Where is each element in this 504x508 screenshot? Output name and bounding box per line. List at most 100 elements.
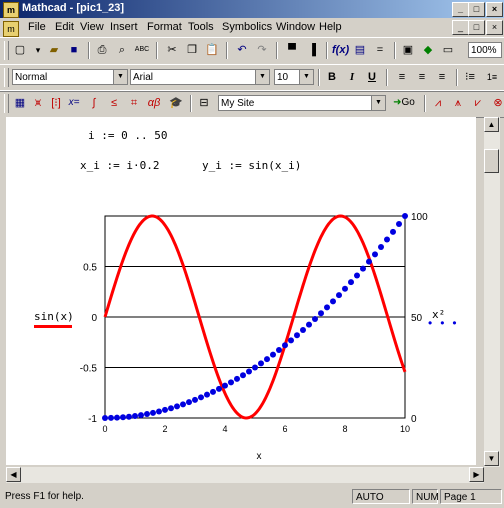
graph-icon[interactable]: ⩙ — [30, 95, 46, 111]
paste-icon[interactable]: 📋 — [204, 42, 220, 58]
font-select[interactable]: Arial ▼ — [130, 69, 270, 85]
align-right-icon[interactable]: ≡ — [434, 69, 450, 85]
series-xsq-point — [390, 228, 396, 235]
polar-plot-icon[interactable]: ⩚ — [450, 95, 466, 111]
series-xsq-point — [372, 251, 378, 258]
calculus-icon[interactable]: ∫ — [86, 95, 102, 111]
toolbar-grip[interactable] — [4, 68, 9, 87]
scroll-right-icon[interactable]: ▶ — [469, 467, 484, 482]
cut-icon[interactable]: ✂ — [164, 42, 180, 58]
maximize-button[interactable]: □ — [468, 2, 485, 17]
style-select[interactable]: Normal ▼ — [12, 69, 128, 85]
chevron-down-icon[interactable]: ▼ — [371, 96, 385, 110]
align-center-icon[interactable]: ≡ — [414, 69, 430, 85]
math-toolbar: ▦ ⩙ [⁝] x= ∫ ≤ ⌗ αβ 🎓 ⊟ My Site ▼ ➜Go ⩘ ⩚… — [0, 90, 504, 118]
series-xsq-point — [360, 265, 366, 272]
document-icon[interactable]: m — [3, 21, 19, 37]
scroll-left-icon[interactable]: ◀ — [6, 467, 21, 482]
insert-function-icon[interactable]: f(x) — [332, 42, 349, 58]
font-value: Arial — [133, 72, 154, 83]
style-value: Normal — [15, 72, 48, 83]
calculator-icon[interactable]: ▦ — [12, 95, 28, 111]
bullets-icon[interactable]: ⁝≡ — [462, 69, 478, 85]
numbering-icon[interactable]: 1≡ — [484, 69, 500, 85]
mathcad-icon[interactable]: m — [3, 2, 19, 18]
font-size-select[interactable]: 10 ▼ — [274, 69, 314, 85]
go-button[interactable]: ➜Go — [390, 95, 418, 111]
series-xsq-point — [204, 391, 210, 398]
align-down-icon[interactable]: ▐ — [304, 42, 320, 58]
spell-check-icon[interactable]: ABC — [134, 42, 150, 58]
print-icon[interactable]: ⎙ — [94, 42, 110, 58]
component-icon[interactable]: ▣ — [400, 42, 416, 58]
xy-plot-icon[interactable]: ⩘ — [430, 95, 446, 111]
xy-plot[interactable]: 0.5 0 -0.5 -1 100 50 0 0 2 4 6 8 10 x — [0, 117, 476, 467]
greek-icon[interactable]: αβ — [146, 95, 162, 111]
redo-icon[interactable]: ↷ — [254, 42, 270, 58]
bold-button[interactable]: B — [324, 69, 340, 85]
menu-symbolics[interactable]: Symbolics — [222, 21, 272, 33]
underline-button[interactable]: U — [364, 69, 380, 85]
menu-format[interactable]: Format — [147, 21, 182, 33]
align-across-icon[interactable]: ▀ — [284, 42, 300, 58]
series-xsq-point — [168, 405, 174, 412]
align-left-icon[interactable]: ≡ — [394, 69, 410, 85]
help-icon[interactable]: ▭ — [440, 42, 456, 58]
chevron-down-icon[interactable]: ▼ — [299, 70, 313, 84]
horizontal-scrollbar[interactable]: ◀ ▶ — [6, 467, 484, 483]
status-message: Press F1 for help. — [5, 491, 84, 502]
calculate-icon[interactable]: = — [372, 42, 388, 58]
boolean-icon[interactable]: ≤ — [106, 95, 122, 111]
series-xsq-point — [162, 406, 168, 413]
zoom-select[interactable]: 100% — [468, 42, 502, 58]
insert-unit-icon[interactable]: ▤ — [352, 42, 368, 58]
series-1-label[interactable]: sin(x) — [34, 310, 74, 323]
series-xsq-point — [150, 409, 156, 416]
doc-minimize-button[interactable]: _ — [452, 20, 469, 35]
y-left-tick-label: 0 — [91, 313, 97, 324]
menu-edit[interactable]: Edit — [55, 21, 74, 33]
surface-plot-icon[interactable]: ⩗ — [470, 95, 486, 111]
series-xsq-point — [300, 327, 306, 334]
resource-center-icon[interactable]: ⊟ — [196, 95, 212, 111]
dropdown-arrow-icon[interactable]: ▾ — [30, 42, 46, 58]
menu-window[interactable]: Window — [276, 21, 315, 33]
menu-help[interactable]: Help — [319, 21, 342, 33]
matrix-icon[interactable]: [⁝] — [48, 95, 64, 111]
open-icon[interactable]: ▰ — [46, 42, 62, 58]
menu-view[interactable]: View — [80, 21, 104, 33]
save-icon[interactable]: ■ — [66, 42, 82, 58]
copy-icon[interactable]: ❐ — [184, 42, 200, 58]
doc-restore-button[interactable]: □ — [468, 20, 485, 35]
plot-area: 0.5 0 -0.5 -1 100 50 0 0 2 4 6 8 10 x — [80, 212, 428, 462]
close-button[interactable]: × — [486, 2, 503, 17]
scroll-thumb[interactable] — [484, 149, 499, 173]
programming-icon[interactable]: ⌗ — [126, 95, 142, 111]
menu-tools[interactable]: Tools — [188, 21, 214, 33]
resources-icon[interactable]: ◆ — [420, 42, 436, 58]
contour-plot-icon[interactable]: ⊗ — [490, 95, 504, 111]
scroll-down-icon[interactable]: ▼ — [484, 451, 499, 466]
scroll-up-icon[interactable]: ▲ — [484, 117, 499, 132]
menu-file[interactable]: File — [28, 21, 46, 33]
toolbar-grip[interactable] — [4, 94, 9, 113]
new-icon[interactable]: ▢ — [12, 42, 28, 58]
italic-button[interactable]: I — [344, 69, 360, 85]
print-preview-icon[interactable]: ⌕ — [114, 42, 130, 58]
menu-bar: m File Edit View Insert Format Tools Sym… — [0, 19, 504, 37]
undo-icon[interactable]: ↶ — [234, 42, 250, 58]
series-xsq-point — [132, 412, 138, 419]
url-select[interactable]: My Site ▼ — [218, 95, 386, 111]
symbolic-icon[interactable]: 🎓 — [168, 95, 184, 111]
toolbar-grip[interactable] — [4, 41, 9, 60]
chevron-down-icon[interactable]: ▼ — [113, 70, 127, 84]
minimize-button[interactable]: _ — [452, 2, 469, 17]
chevron-down-icon[interactable]: ▼ — [255, 70, 269, 84]
doc-close-button[interactable]: × — [486, 20, 503, 35]
series-xsq-point — [330, 298, 336, 305]
series-xsq-point — [180, 401, 186, 408]
vertical-scrollbar[interactable]: ▲ ▼ — [484, 117, 500, 467]
series-xsq-point — [126, 413, 132, 420]
menu-insert[interactable]: Insert — [110, 21, 138, 33]
evaluation-icon[interactable]: x= — [66, 95, 82, 111]
